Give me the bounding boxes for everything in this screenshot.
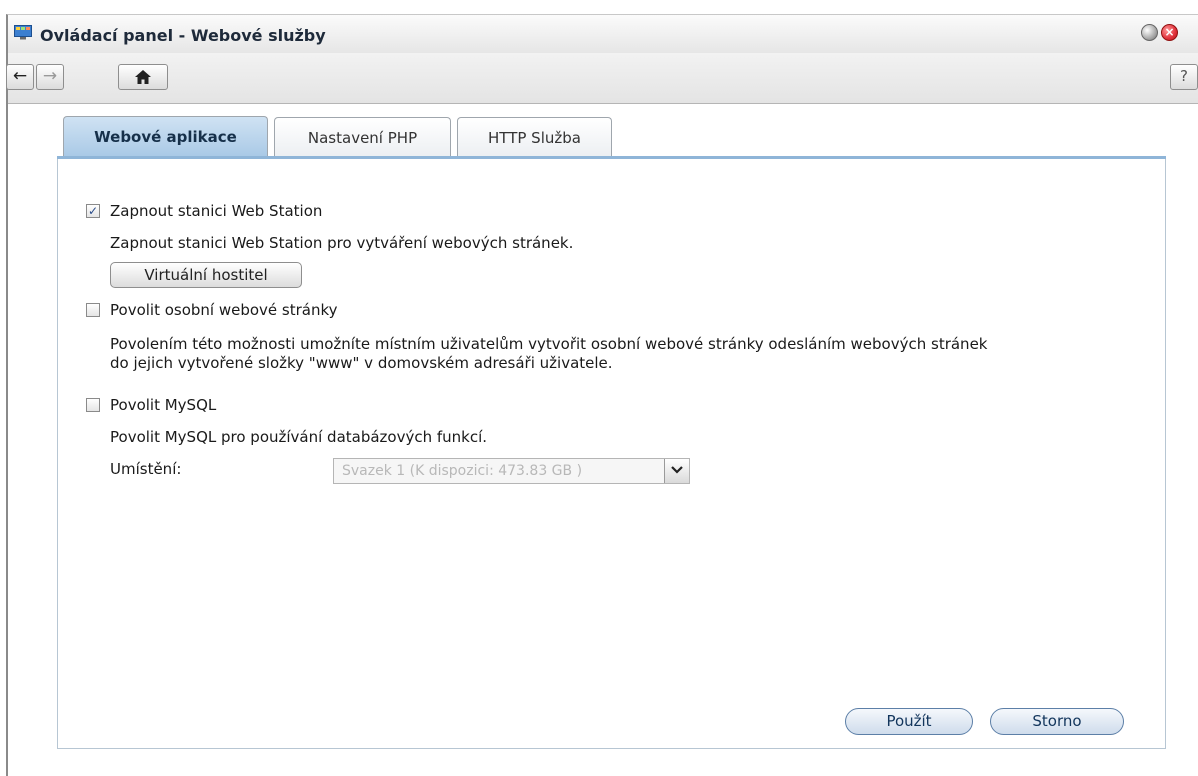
- web-station-label: Zapnout stanici Web Station: [110, 202, 323, 220]
- personal-pages-checkbox[interactable]: [86, 303, 100, 317]
- minimize-icon[interactable]: [1141, 24, 1158, 41]
- help-button[interactable]: ?: [1170, 64, 1198, 90]
- chevron-down-icon[interactable]: [664, 459, 689, 483]
- forward-button[interactable]: →: [36, 64, 64, 90]
- location-select-value: Svazek 1 (K dispozici: 473.83 GB ): [342, 463, 583, 479]
- location-select[interactable]: Svazek 1 (K dispozici: 473.83 GB ): [333, 458, 690, 484]
- cancel-button[interactable]: Storno: [990, 708, 1124, 735]
- control-panel-icon: [14, 25, 32, 40]
- close-icon[interactable]: ×: [1161, 24, 1178, 41]
- location-label: Umístění:: [110, 460, 182, 478]
- virtual-host-button[interactable]: Virtuální hostitel: [110, 262, 302, 288]
- personal-pages-description-2: do jejich vytvořené složky "www" v domov…: [110, 354, 613, 372]
- web-station-checkbox[interactable]: ✓: [86, 204, 100, 218]
- mysql-checkbox[interactable]: [86, 398, 100, 412]
- personal-pages-description-1: Povolením této možnosti umožníte místním…: [110, 335, 988, 353]
- home-icon: [135, 70, 151, 84]
- mysql-description: Povolit MySQL pro používání databázových…: [110, 428, 488, 446]
- mysql-label: Povolit MySQL: [110, 396, 217, 414]
- toolbar: ← → ?: [6, 53, 1198, 104]
- personal-pages-label: Povolit osobní webové stránky: [110, 301, 338, 319]
- back-button[interactable]: ←: [6, 64, 34, 90]
- tab-php-settings[interactable]: Nastavení PHP: [274, 117, 451, 157]
- title-bar: Ovládací panel - Webové služby ×: [8, 15, 1198, 53]
- home-button[interactable]: [118, 64, 168, 90]
- web-station-description: Zapnout stanici Web Station pro vytvářen…: [110, 234, 574, 252]
- tab-web-applications[interactable]: Webové aplikace: [63, 116, 268, 157]
- apply-button[interactable]: Použít: [845, 708, 973, 735]
- tab-http-service[interactable]: HTTP Služba: [457, 117, 612, 157]
- window-title: Ovládací panel - Webové služby: [40, 26, 326, 45]
